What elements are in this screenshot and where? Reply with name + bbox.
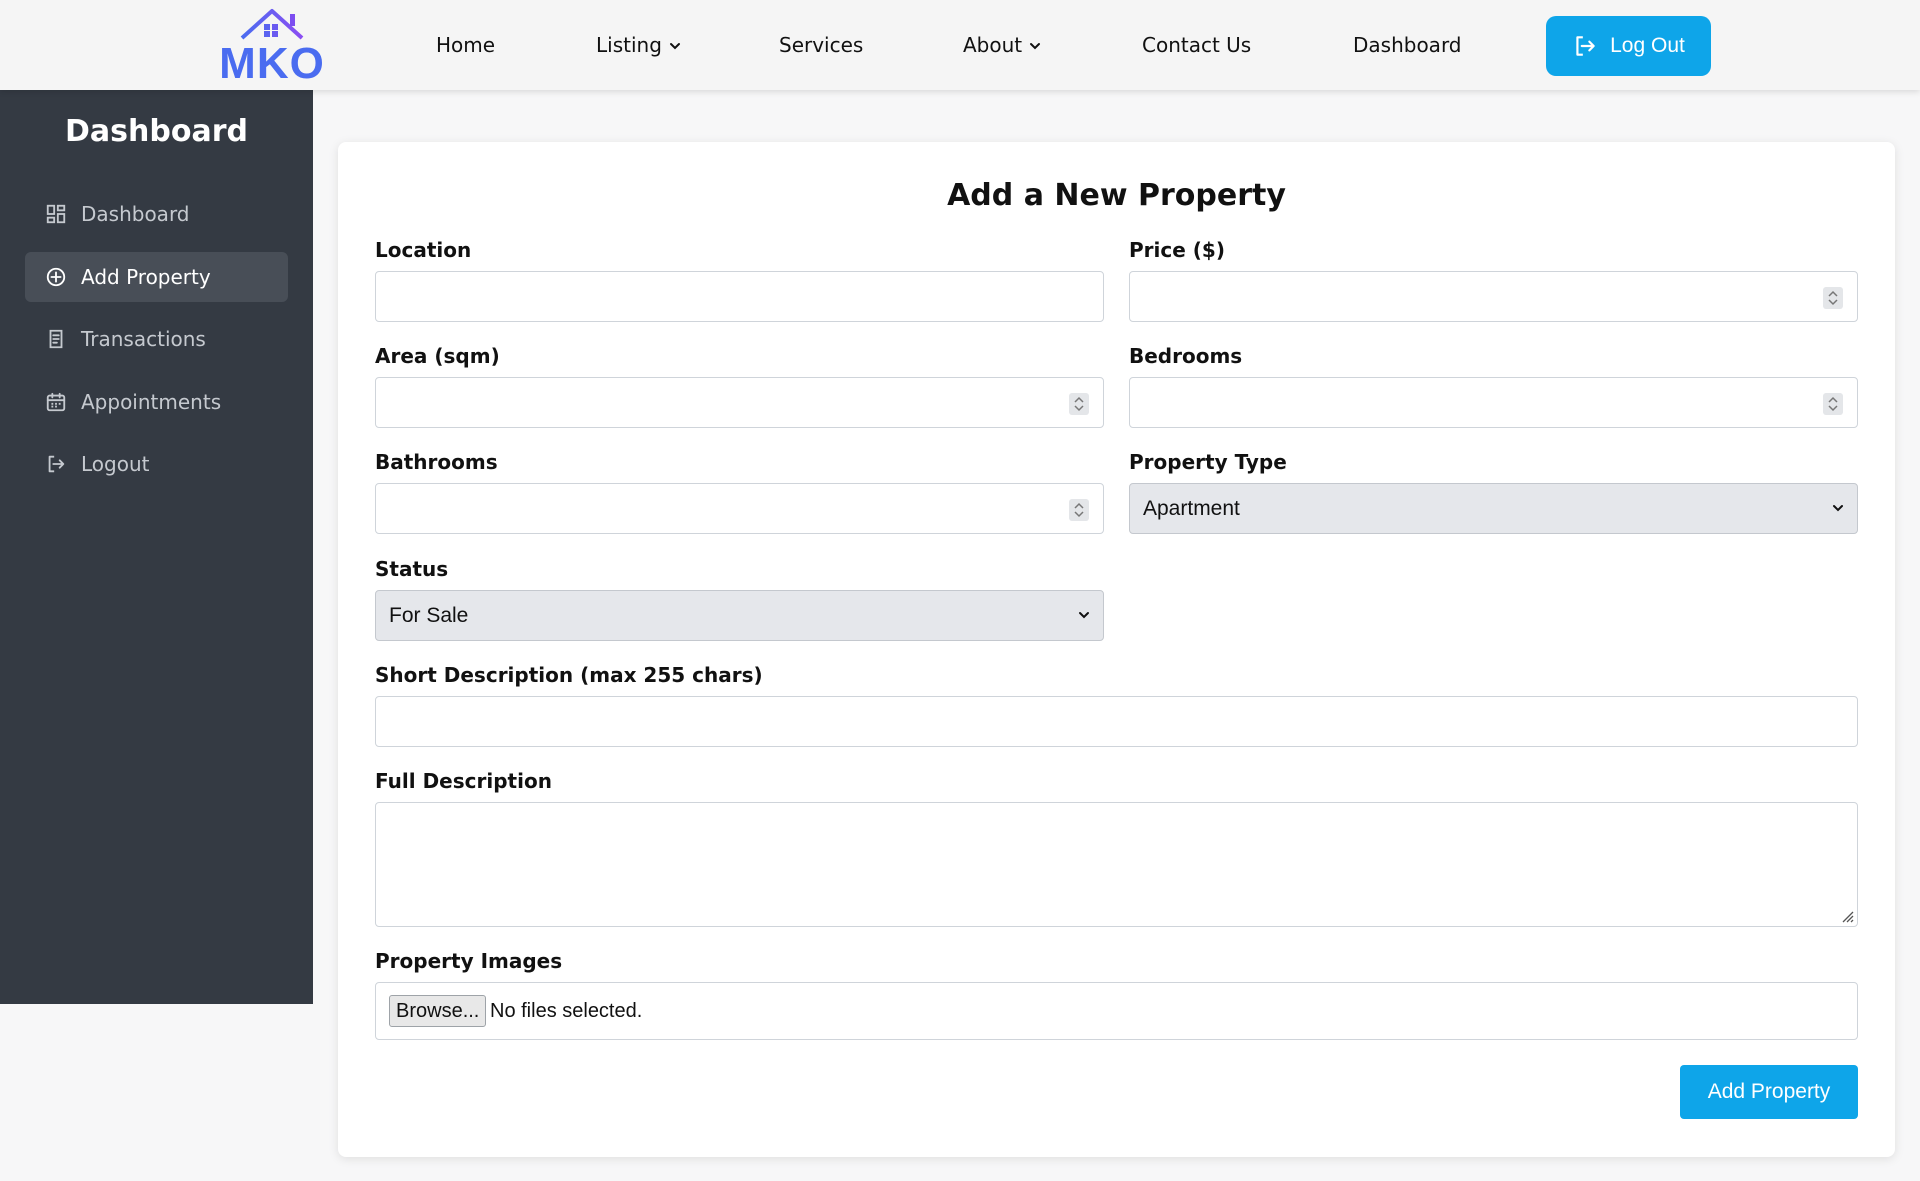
sidebar-item-label: Appointments [81,390,222,414]
short-description-input[interactable] [375,696,1858,747]
full-description-textarea[interactable] [375,802,1858,927]
chevron-down-icon [1030,43,1041,50]
status-select[interactable]: For Sale [375,590,1104,641]
sidebar-item-label: Dashboard [81,202,190,226]
bedrooms-label: Bedrooms [1129,344,1243,368]
location-label: Location [375,238,472,262]
logout-button-label: Log Out [1610,34,1685,57]
bathrooms-input[interactable] [375,483,1104,534]
logout-icon [48,455,65,473]
resize-grip-icon[interactable] [1838,907,1854,923]
spinner-arrows-icon [1828,396,1838,412]
bedrooms-spinner[interactable] [1823,393,1843,415]
full-description-label: Full Description [375,769,552,793]
spinner-arrows-icon [1074,502,1084,518]
sidebar: Dashboard Dashboard Add Property Transac… [0,90,313,1004]
plus-circle-icon [46,267,66,287]
sidebar-item-transactions[interactable]: Transactions [25,314,288,364]
chevron-down-icon [1833,505,1843,512]
area-label: Area (sqm) [375,344,500,368]
bedrooms-input[interactable] [1129,377,1858,428]
nav-dashboard[interactable]: Dashboard [1353,30,1462,60]
add-property-button[interactable]: Add Property [1680,1065,1858,1119]
sidebar-item-add-property[interactable]: Add Property [25,252,288,302]
nav-services[interactable]: Services [779,30,863,60]
area-input[interactable] [375,377,1104,428]
nav-listing[interactable]: Listing [596,30,682,60]
sidebar-title: Dashboard [65,114,248,149]
nav-home[interactable]: Home [436,30,495,60]
file-status-text: No files selected. [490,1000,643,1022]
sidebar-item-label: Add Property [81,265,211,289]
nav-listing-label: Listing [596,33,662,57]
top-navbar: MKO Home Listing Services About Contact … [0,0,1920,90]
spinner-arrows-icon [1074,396,1084,412]
calendar-icon [46,392,66,412]
property-type-value: Apartment [1143,497,1240,520]
logout-button[interactable]: Log Out [1546,16,1711,76]
receipt-icon [49,329,63,349]
sidebar-item-dashboard[interactable]: Dashboard [25,189,288,239]
bathrooms-label: Bathrooms [375,450,498,474]
location-input[interactable] [375,271,1104,322]
chevron-down-icon [1079,612,1089,619]
brand-logo[interactable]: MKO [214,6,330,86]
nav-about-label: About [963,33,1023,57]
status-value: For Sale [389,604,469,627]
status-label: Status [375,557,449,581]
grid-icon [46,204,66,224]
short-description-label: Short Description (max 255 chars) [375,663,763,687]
spinner-arrows-icon [1828,290,1838,306]
browse-button[interactable]: Browse... [389,995,487,1027]
property-type-select[interactable]: Apartment [1129,483,1858,534]
price-input[interactable] [1129,271,1858,322]
nav-about[interactable]: About [963,30,1042,60]
property-images-file-input[interactable]: Browse... No files selected. [375,982,1858,1040]
sidebar-item-label: Logout [81,452,150,476]
bathrooms-spinner[interactable] [1069,499,1089,521]
area-spinner[interactable] [1069,393,1089,415]
nav-contact-us[interactable]: Contact Us [1142,30,1251,60]
logo-text: MKO [219,39,325,88]
sidebar-item-appointments[interactable]: Appointments [25,377,288,427]
property-images-label: Property Images [375,949,563,973]
logout-icon [1576,36,1595,56]
add-property-card: Add a New Property Location Price ($) Ar… [338,142,1895,1157]
property-type-label: Property Type [1129,450,1287,474]
sidebar-item-logout[interactable]: Logout [25,439,288,489]
chevron-down-icon [669,43,680,50]
price-spinner[interactable] [1823,287,1843,309]
price-label: Price ($) [1129,238,1225,262]
sidebar-item-label: Transactions [81,327,206,351]
page-title: Add a New Property [947,178,1286,213]
